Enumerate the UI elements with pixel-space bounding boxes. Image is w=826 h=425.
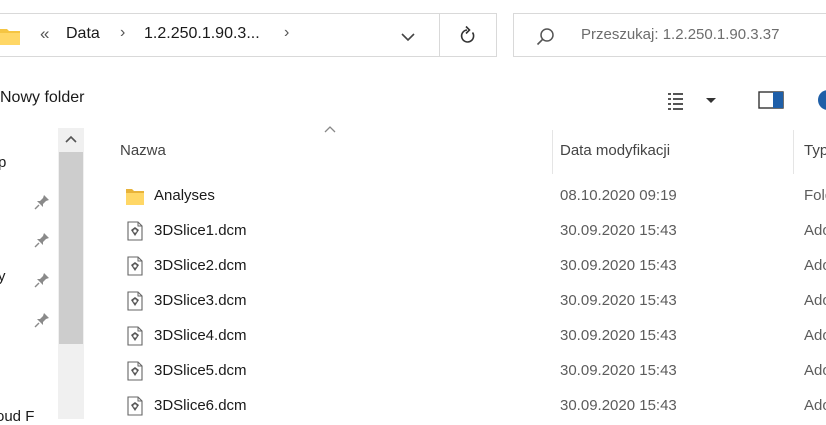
search-box[interactable]: Przeszukaj: 1.2.250.1.90.3.37 xyxy=(513,13,826,57)
pin-icon[interactable] xyxy=(34,232,50,248)
chevron-down-icon[interactable] xyxy=(398,26,418,46)
file-date: 08.10.2020 09:19 xyxy=(560,187,677,204)
nav-item-label[interactable]: y xyxy=(0,268,6,285)
scrollbar-thumb[interactable] xyxy=(59,152,83,344)
file-row[interactable]: 3DSlice3.dcm 30.09.2020 15:43 Adobe xyxy=(96,284,826,319)
file-type: Adobe xyxy=(804,222,826,239)
column-header-name[interactable]: Nazwa xyxy=(120,142,166,159)
help-icon[interactable] xyxy=(818,90,826,110)
command-bar: Nowy folder xyxy=(0,78,826,122)
file-row[interactable]: 3DSlice5.dcm 30.09.2020 15:43 Adobe xyxy=(96,354,826,389)
file-type: Adobe xyxy=(804,397,826,414)
search-icon xyxy=(536,28,554,46)
dicom-file-icon xyxy=(127,256,143,276)
breadcrumb-separator-icon[interactable]: › xyxy=(284,24,289,42)
column-header-type[interactable]: Typ xyxy=(804,142,826,159)
sort-ascending-icon xyxy=(324,126,336,133)
address-toolbar: « Data › 1.2.250.1.90.3... › Przeszukaj:… xyxy=(0,0,826,78)
pin-icon[interactable] xyxy=(34,194,50,210)
file-type: Adobe xyxy=(804,362,826,379)
column-header-row: Nazwa Data modyfikacji Typ xyxy=(96,124,826,174)
file-name: 3DSlice2.dcm xyxy=(154,257,247,274)
file-date: 30.09.2020 15:43 xyxy=(560,362,677,379)
file-date: 30.09.2020 15:43 xyxy=(560,222,677,239)
pin-icon[interactable] xyxy=(34,272,50,288)
file-type: Adobe xyxy=(804,292,826,309)
dicom-file-icon xyxy=(127,221,143,241)
nav-item-label[interactable]: p xyxy=(0,154,6,171)
file-list: Nazwa Data modyfikacji Typ Analyses 08.10… xyxy=(96,124,826,419)
refresh-button[interactable] xyxy=(440,13,497,57)
preview-pane-icon[interactable] xyxy=(758,90,784,110)
file-row[interactable]: 3DSlice1.dcm 30.09.2020 15:43 Adobe xyxy=(96,214,826,249)
file-date: 30.09.2020 15:43 xyxy=(560,257,677,274)
view-options-button[interactable] xyxy=(666,90,736,112)
nav-item-label[interactable]: oud F xyxy=(0,408,34,425)
dicom-file-icon xyxy=(127,361,143,381)
breadcrumb-data[interactable]: Data xyxy=(66,25,100,43)
dicom-file-icon xyxy=(127,396,143,416)
file-row[interactable]: 3DSlice4.dcm 30.09.2020 15:43 Adobe xyxy=(96,319,826,354)
column-divider[interactable] xyxy=(552,130,553,174)
new-folder-button[interactable]: Nowy folder xyxy=(0,89,84,107)
file-row[interactable]: 3DSlice2.dcm 30.09.2020 15:43 Adobe xyxy=(96,249,826,284)
breadcrumb-separator-icon[interactable]: › xyxy=(120,24,125,42)
file-name: 3DSlice3.dcm xyxy=(154,292,247,309)
pin-icon[interactable] xyxy=(34,312,50,328)
file-row[interactable]: Analyses 08.10.2020 09:19 Folder plików xyxy=(96,179,826,214)
file-date: 30.09.2020 15:43 xyxy=(560,397,677,414)
file-name: 3DSlice4.dcm xyxy=(154,327,247,344)
file-date: 30.09.2020 15:43 xyxy=(560,327,677,344)
file-type: Adobe xyxy=(804,327,826,344)
file-type: Adobe xyxy=(804,257,826,274)
dicom-file-icon xyxy=(127,326,143,346)
file-name: Analyses xyxy=(154,187,215,204)
search-placeholder: Przeszukaj: 1.2.250.1.90.3.37 xyxy=(581,26,780,43)
file-name: 3DSlice1.dcm xyxy=(154,222,247,239)
file-type: Folder plików xyxy=(804,187,826,204)
folder-icon xyxy=(0,29,20,45)
address-bar[interactable]: « Data › 1.2.250.1.90.3... › xyxy=(0,13,440,57)
dicom-file-icon xyxy=(127,291,143,311)
column-divider[interactable] xyxy=(793,130,794,174)
scroll-up-icon[interactable] xyxy=(58,128,84,150)
overflow-chevrons-icon[interactable]: « xyxy=(40,24,49,44)
file-name: 3DSlice5.dcm xyxy=(154,362,247,379)
breadcrumb-current[interactable]: 1.2.250.1.90.3... xyxy=(144,25,260,43)
folder-icon xyxy=(126,189,144,205)
file-name: 3DSlice6.dcm xyxy=(154,397,247,414)
refresh-icon xyxy=(460,25,475,43)
column-header-date[interactable]: Data modyfikacji xyxy=(560,142,670,159)
file-date: 30.09.2020 15:43 xyxy=(560,292,677,309)
